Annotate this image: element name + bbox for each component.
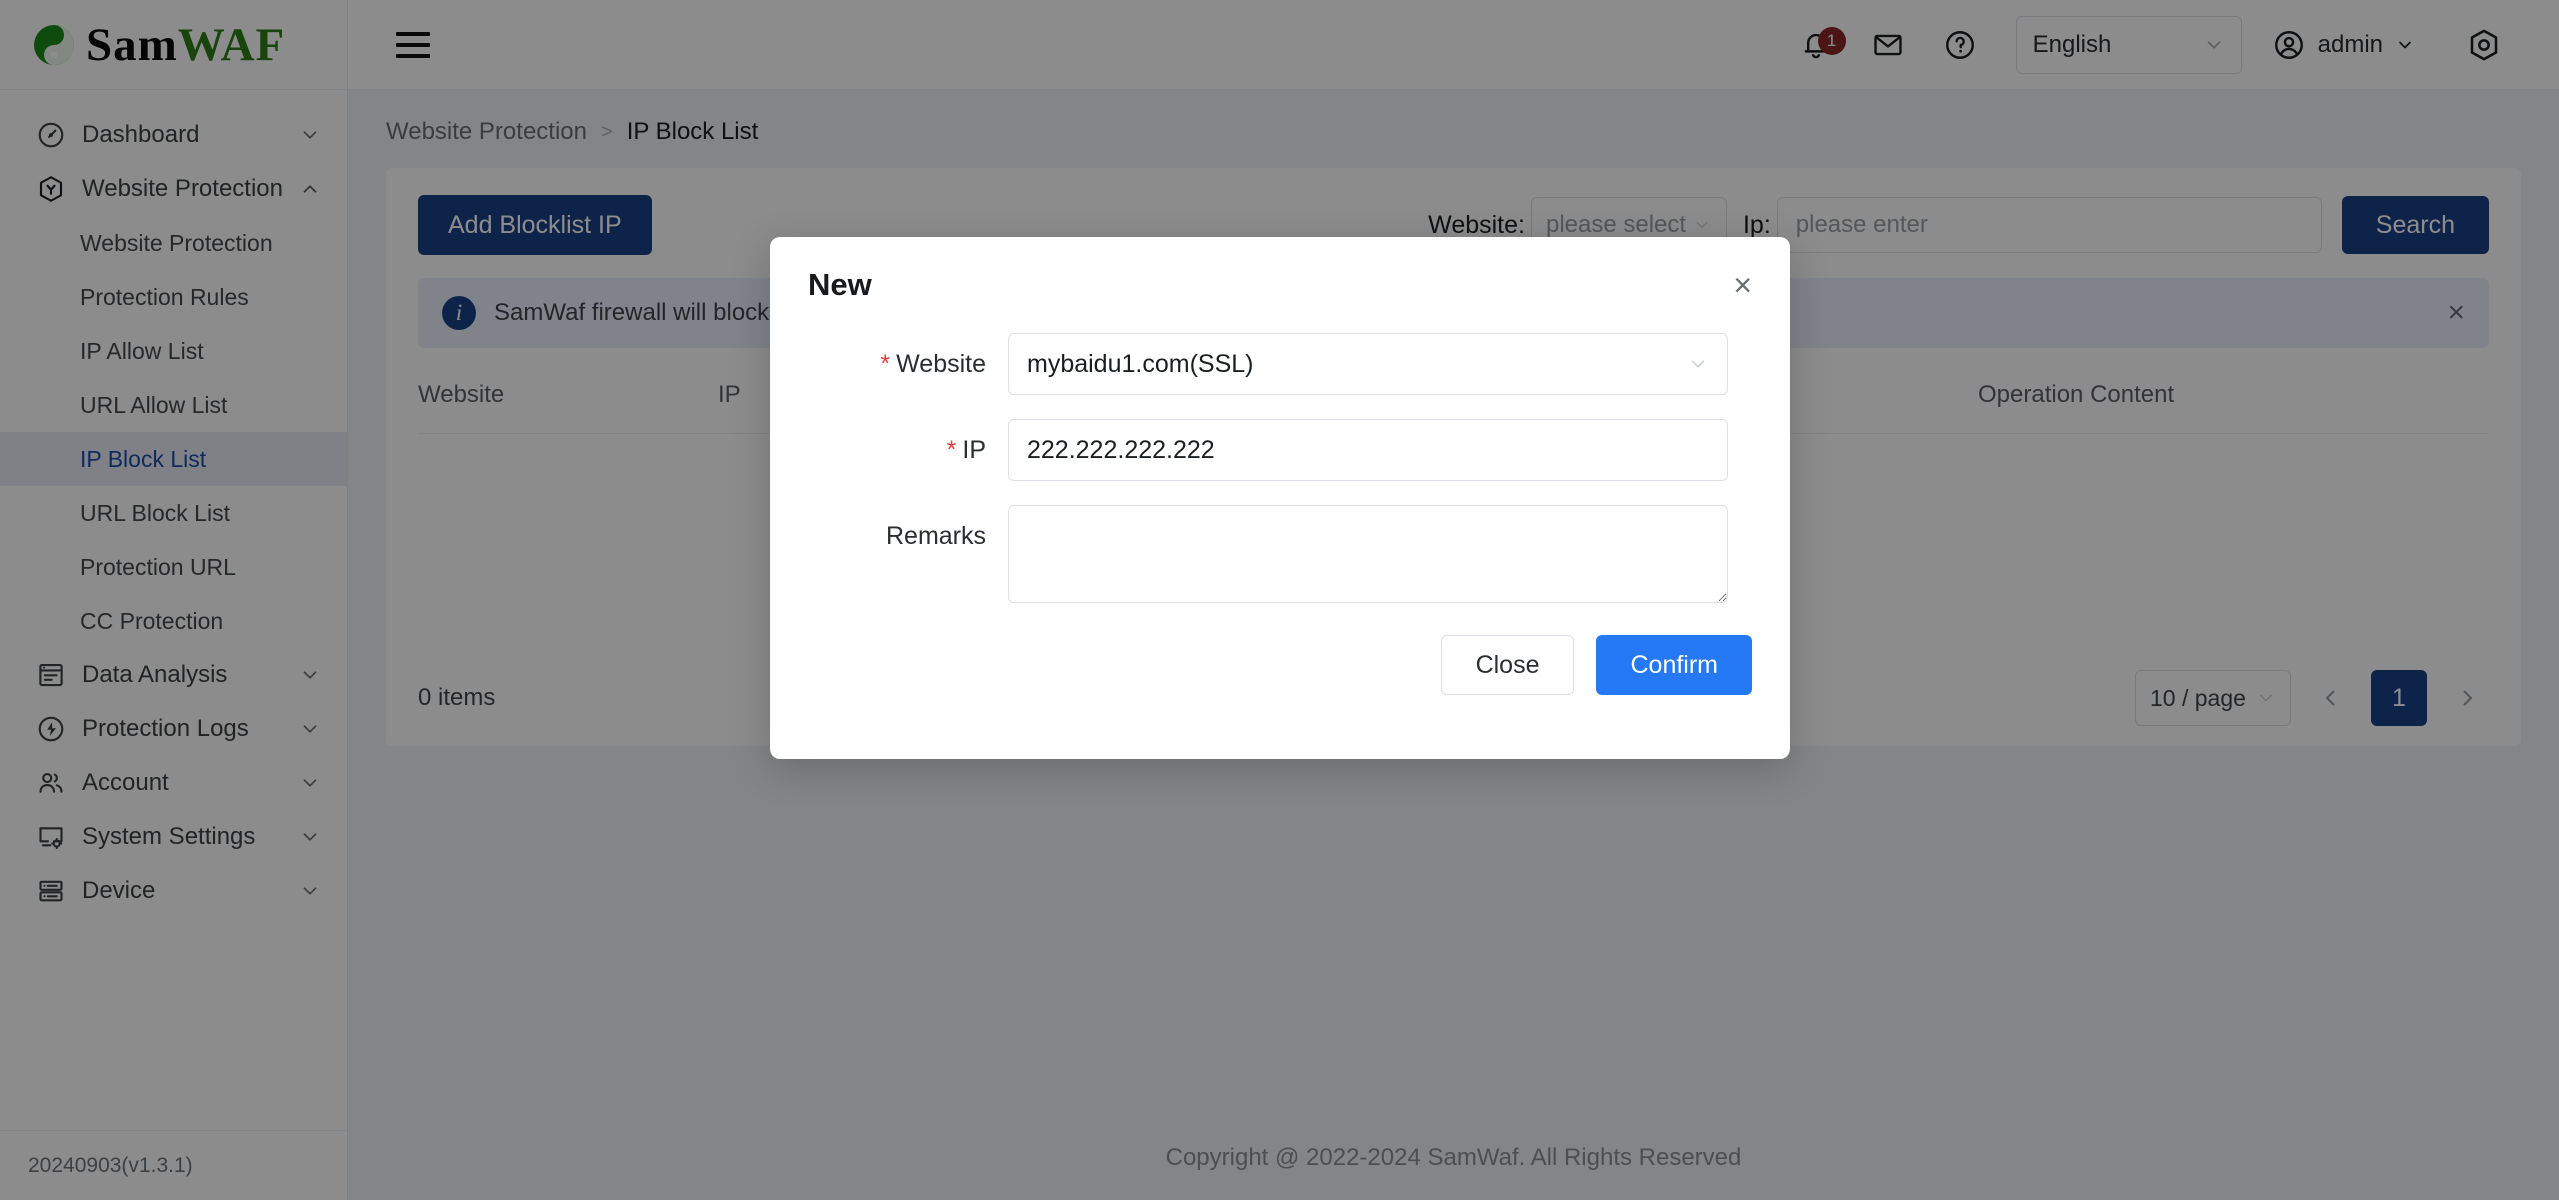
confirm-button[interactable]: Confirm (1596, 635, 1752, 695)
ip-input[interactable] (1008, 419, 1728, 481)
form-row-ip: *IP (808, 419, 1752, 481)
website-label-text: Website (896, 350, 986, 378)
app-root: SamWAF Dashboard (0, 0, 2559, 1200)
close-icon[interactable]: × (1733, 269, 1752, 301)
ip-label-text: IP (962, 436, 986, 464)
remarks-textarea[interactable] (1008, 505, 1728, 603)
dialog-footer: Close Confirm (808, 627, 1752, 695)
form-row-remarks: Remarks (808, 505, 1752, 603)
website-select-value: mybaidu1.com(SSL) (1027, 350, 1253, 379)
ip-field-label: *IP (808, 419, 1008, 481)
new-blocklist-ip-dialog: New × *Website mybaidu1.com(SSL) *IP Rem… (770, 237, 1790, 759)
remarks-field-label: Remarks (808, 505, 1008, 567)
dialog-title: New (808, 267, 872, 303)
form-row-website: *Website mybaidu1.com(SSL) (808, 333, 1752, 395)
website-field-label: *Website (808, 333, 1008, 395)
required-marker: * (947, 436, 957, 464)
website-select[interactable]: mybaidu1.com(SSL) (1008, 333, 1728, 395)
chevron-down-icon (1687, 353, 1709, 375)
required-marker: * (880, 350, 890, 378)
dialog-header: New × (808, 237, 1752, 333)
close-button[interactable]: Close (1441, 635, 1575, 695)
